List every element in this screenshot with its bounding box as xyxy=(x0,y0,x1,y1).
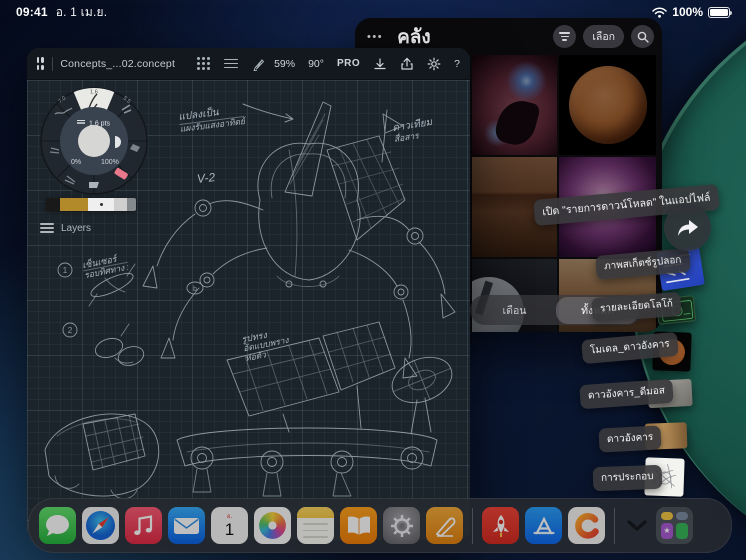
dock-chevron-down[interactable] xyxy=(624,520,650,531)
app-rocket[interactable] xyxy=(482,507,519,544)
dock-divider-2 xyxy=(614,508,615,544)
zoom-level[interactable]: 59% xyxy=(274,58,295,70)
app-photos[interactable] xyxy=(254,507,291,544)
app-c-swirl[interactable] xyxy=(568,507,605,544)
gallery-grid-icon[interactable] xyxy=(37,57,44,70)
concepts-toolbar: Concepts_...02.concept 59% 90° PRO xyxy=(27,48,470,80)
svg-text:b: b xyxy=(193,286,197,293)
file-label-assembly[interactable]: การประกอบ xyxy=(593,465,662,491)
appstore-a-icon xyxy=(531,513,557,539)
photos-flower-icon xyxy=(259,512,286,539)
window-more-menu[interactable]: ••• xyxy=(367,31,383,43)
battery-icon xyxy=(708,7,730,18)
wifi-icon xyxy=(652,7,667,18)
filter-button[interactable] xyxy=(553,25,576,48)
pro-badge[interactable]: PRO xyxy=(337,58,360,69)
svg-text:1: 1 xyxy=(63,266,68,275)
app-notes[interactable] xyxy=(297,507,334,544)
swatch-lightgray[interactable] xyxy=(114,198,127,211)
export-share-icon[interactable] xyxy=(400,57,414,71)
concepts-pen-icon xyxy=(431,512,459,540)
layers-label: Layers xyxy=(61,223,91,234)
library-mini-lightbulb xyxy=(661,512,673,520)
forward-arrow-icon xyxy=(677,219,699,237)
dock-divider xyxy=(472,508,473,544)
messages-bubble-icon xyxy=(39,507,76,544)
date: อ. 1 เม.ย. xyxy=(56,3,108,22)
music-note-icon xyxy=(125,507,162,544)
document-title[interactable]: Concepts_...02.concept xyxy=(60,58,175,70)
app-messages[interactable] xyxy=(39,507,76,544)
swatch-gray[interactable] xyxy=(127,198,136,211)
rotation-angle[interactable]: 90° xyxy=(308,58,324,70)
app-library[interactable]: ★ xyxy=(656,507,693,544)
chevron-down-icon xyxy=(627,520,647,531)
opacity-max: 100% xyxy=(101,159,119,166)
app-settings[interactable] xyxy=(383,507,420,544)
status-bar: 09:41 อ. 1 เม.ย. 100% xyxy=(0,0,746,22)
filter-icon xyxy=(559,30,570,42)
layers-icon xyxy=(40,221,54,235)
color-swatch-bar[interactable] xyxy=(46,198,136,211)
notes-yellow-strip xyxy=(297,507,334,518)
search-icon xyxy=(637,31,649,43)
app-books[interactable] xyxy=(340,507,377,544)
app-music[interactable] xyxy=(125,507,162,544)
pen-mode-icon[interactable] xyxy=(252,57,266,71)
segment-months[interactable]: เดือน xyxy=(473,297,556,324)
mars-sphere xyxy=(569,66,647,144)
clock: 09:41 xyxy=(16,5,48,19)
opacity-min: 0% xyxy=(71,159,81,166)
layers-button[interactable]: Layers xyxy=(40,221,91,235)
app-mail[interactable] xyxy=(168,507,205,544)
library-mini-camera xyxy=(676,512,688,520)
settings-gear-icon xyxy=(389,513,415,539)
settings-gear-icon[interactable] xyxy=(427,57,441,71)
nebula-dark-cloud xyxy=(492,96,541,149)
swatch-white-selected[interactable] xyxy=(88,198,114,211)
swatch-black[interactable] xyxy=(46,198,60,211)
dock: อ. 1 xyxy=(28,498,732,553)
c-swirl-icon xyxy=(572,511,602,541)
mail-envelope-icon xyxy=(168,507,205,544)
calendar-day: 1 xyxy=(211,521,248,539)
tool-wheel[interactable]: 1.6 7.0 5.5 1.6 pts 0% 100% xyxy=(39,86,149,196)
library-mini-star: ★ xyxy=(661,523,673,540)
app-safari[interactable] xyxy=(82,507,119,544)
ipad-screen: { "status_bar": { "time": "09:41", "date… xyxy=(0,0,746,560)
svg-text:2: 2 xyxy=(68,326,73,335)
library-mini-green xyxy=(676,523,688,540)
photo-mars-globe[interactable] xyxy=(559,55,656,155)
help-button[interactable]: ? xyxy=(454,58,460,70)
app-calendar[interactable]: อ. 1 xyxy=(211,507,248,544)
snap-grid-icon[interactable] xyxy=(197,57,210,70)
safari-compass-icon xyxy=(85,510,116,541)
selected-size: 1.6 xyxy=(90,90,98,96)
books-open-book-icon xyxy=(346,515,372,537)
menu-lines-icon[interactable] xyxy=(224,56,238,70)
wheel-center-button[interactable] xyxy=(78,125,110,157)
import-icon[interactable] xyxy=(373,57,387,71)
battery-percent: 100% xyxy=(672,5,703,19)
rocket-icon xyxy=(488,513,514,539)
swatch-gold[interactable] xyxy=(60,198,88,211)
app-concepts[interactable] xyxy=(426,507,463,544)
search-button[interactable] xyxy=(631,25,654,48)
annotation-version: V-2 xyxy=(196,171,216,187)
app-appstore[interactable] xyxy=(525,507,562,544)
photo-horsehead-nebula[interactable] xyxy=(472,55,557,155)
file-label-mars[interactable]: ดาวอังคาร xyxy=(598,425,661,452)
concepts-app-window[interactable]: 1 2 b แปลงเป็น แผงรับแสงอาทิตย์ ดาวเทียม… xyxy=(27,48,470,540)
share-forward-button[interactable] xyxy=(664,204,711,251)
select-button[interactable]: เลือก xyxy=(583,25,624,48)
photos-title: คลัง xyxy=(397,22,431,52)
